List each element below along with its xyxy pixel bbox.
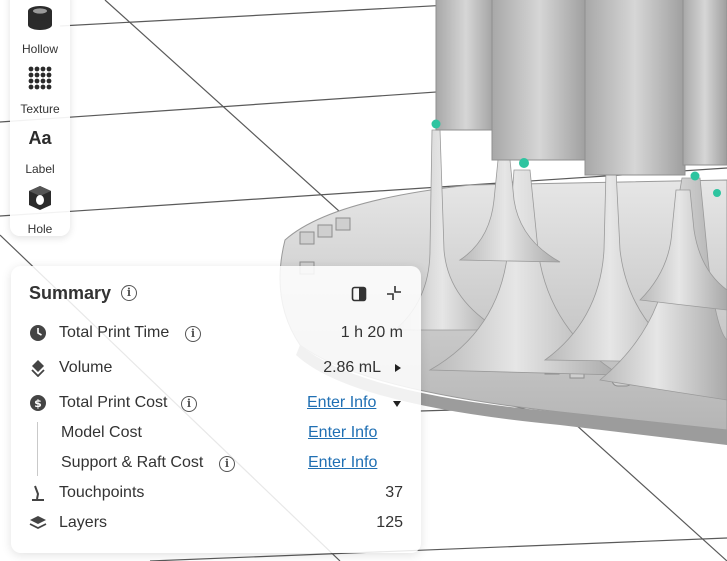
touchpoints-value: 37: [385, 484, 403, 501]
resin-drop-icon: [31, 360, 45, 377]
collapse-icon[interactable]: [385, 284, 403, 302]
hollow-tool[interactable]: Hollow: [10, 0, 70, 58]
volume-row: Volume 2.86 mL: [11, 353, 421, 383]
total-print-cost-label: Total Print Cost: [59, 394, 168, 411]
layers-row: Layers 125: [11, 508, 421, 538]
clock-icon: [30, 325, 46, 341]
support-raft-cost-label: Support & Raft Cost: [61, 454, 204, 471]
touchpoints-row: Touchpoints 37: [11, 478, 421, 508]
layers-label: Layers: [59, 514, 108, 531]
print-time-info-icon[interactable]: i: [185, 326, 201, 342]
volume-label: Volume: [59, 359, 113, 376]
print-cost-info-icon[interactable]: i: [181, 396, 197, 412]
total-print-time-row: Total Print Time i 1 h 20 m: [11, 318, 421, 348]
model-columns: [435, 0, 727, 176]
support-cost-info-icon[interactable]: i: [219, 456, 235, 472]
texture-tool[interactable]: Texture: [10, 60, 70, 118]
svg-text:$: $: [34, 397, 42, 410]
hole-label: Hole: [27, 222, 53, 236]
tool-panel: Hollow Texture Aa Label Hole: [10, 0, 70, 236]
dollar-icon: $: [30, 395, 46, 411]
total-print-cost-row: $ Total Print Cost i Enter Info: [11, 388, 421, 418]
layers-icon: [29, 516, 47, 530]
support-raft-cost-row: Support & Raft Cost i Enter Info: [11, 448, 421, 478]
label-icon: Aa: [28, 128, 52, 148]
total-print-cost-link[interactable]: Enter Info: [307, 394, 376, 412]
model-cost-label: Model Cost: [61, 424, 142, 441]
hollow-label: Hollow: [21, 42, 58, 56]
volume-expand-icon[interactable]: [395, 364, 401, 372]
summary-info-icon[interactable]: i: [121, 285, 137, 301]
label-tool[interactable]: Aa Label: [10, 120, 70, 178]
total-print-time-label: Total Print Time: [59, 324, 170, 341]
volume-value: 2.86 mL: [323, 359, 381, 376]
touchpoints-label: Touchpoints: [59, 484, 145, 501]
summary-panel: Summary i Total Print Time i 1 h 20 m Vo…: [11, 266, 421, 553]
touchpoint-icon: [32, 485, 44, 501]
support-raft-cost-link[interactable]: Enter Info: [308, 454, 377, 472]
layers-value: 125: [376, 514, 403, 531]
hollow-icon: [28, 6, 52, 30]
hole-icon: [29, 186, 51, 210]
total-print-time-value: 1 h 20 m: [340, 324, 403, 341]
texture-label: Texture: [20, 102, 60, 116]
hole-tool[interactable]: Hole: [10, 180, 70, 238]
model-cost-link[interactable]: Enter Info: [308, 424, 377, 442]
texture-icon: [28, 66, 52, 90]
label-label: Label: [25, 162, 55, 176]
dock-panel-icon[interactable]: [351, 286, 367, 302]
summary-title: Summary: [29, 283, 112, 303]
print-cost-collapse-icon[interactable]: [393, 401, 401, 407]
model-cost-row: Model Cost Enter Info: [11, 418, 421, 448]
